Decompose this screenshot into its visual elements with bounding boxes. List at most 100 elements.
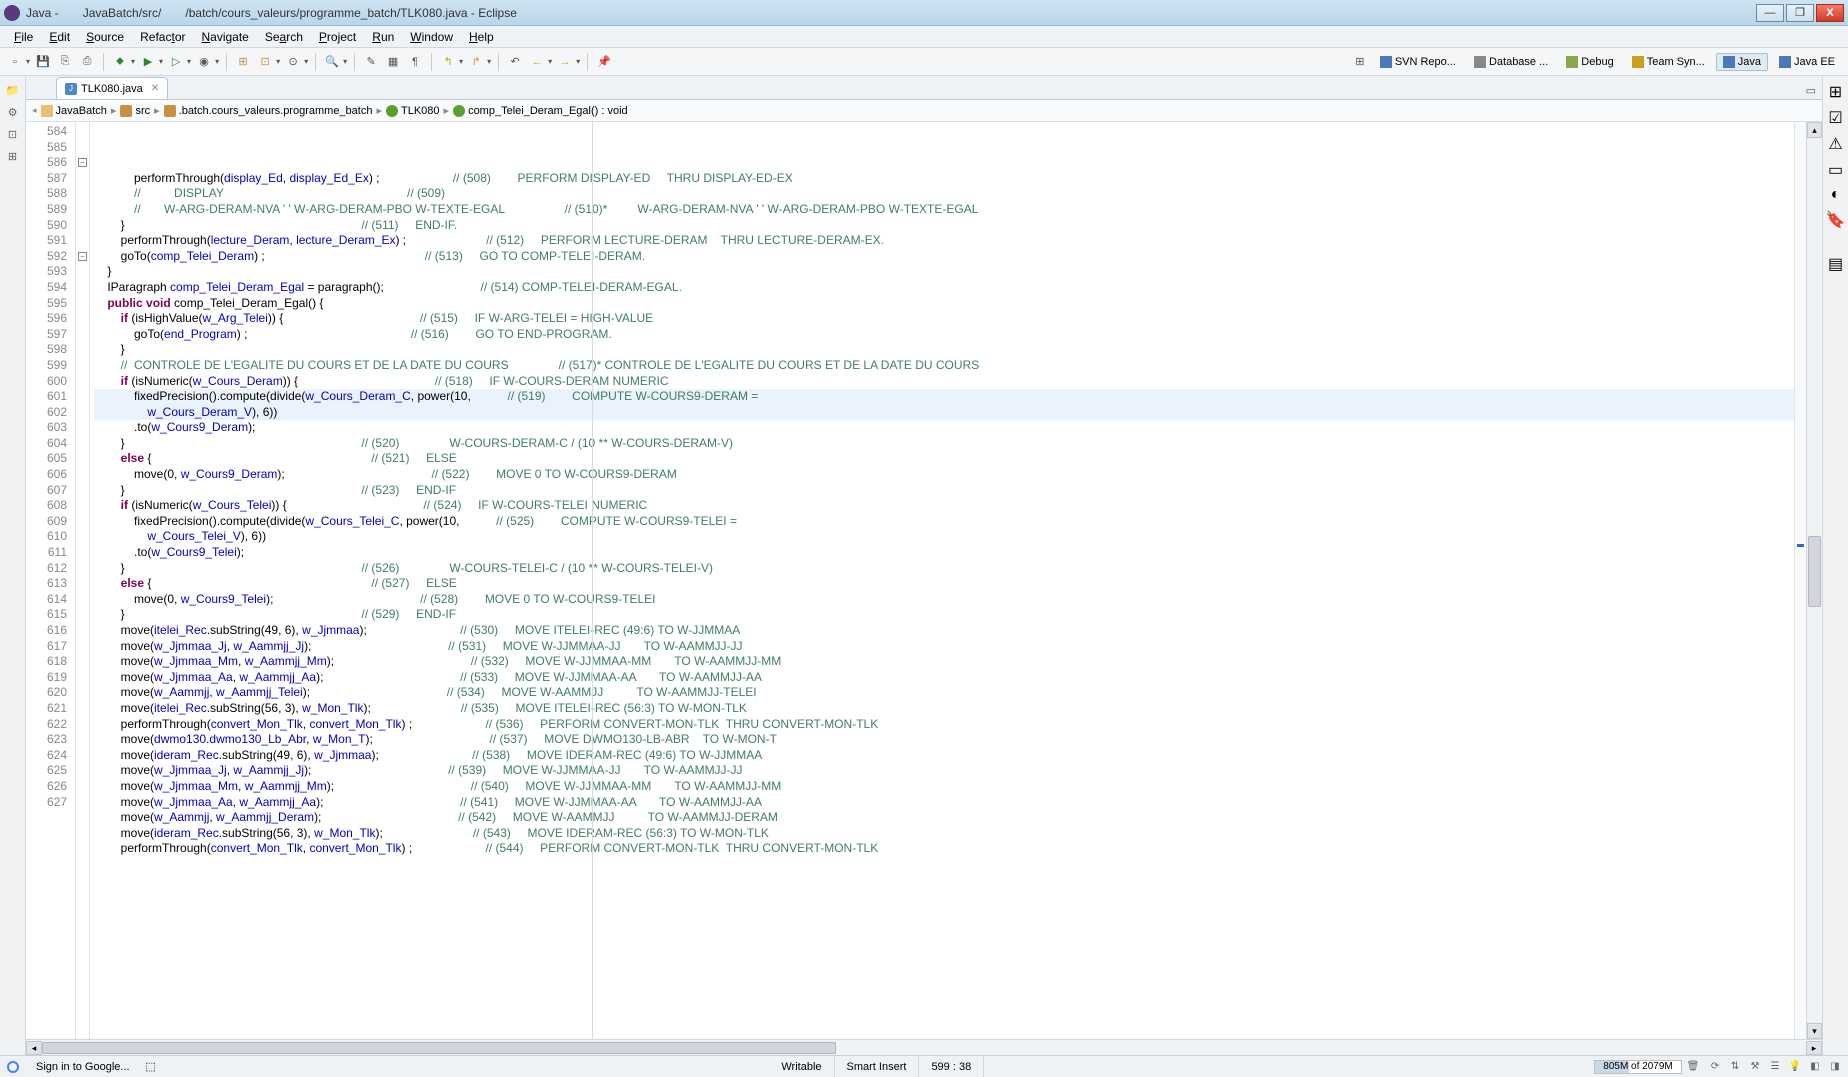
- code-line[interactable]: move(dwmo130.dwmo130_Lb_Abr, w_Mon_T); /…: [94, 732, 1794, 748]
- new-class-icon[interactable]: ⊡: [256, 53, 274, 71]
- heap-status[interactable]: 805M of 2079M: [1594, 1060, 1682, 1074]
- code-line[interactable]: if (isNumeric(w_Cours_Telei)) { // (524)…: [94, 498, 1794, 514]
- code-line[interactable]: .to(w_Cours9_Deram);: [94, 420, 1794, 436]
- scroll-left-icon[interactable]: ◂: [26, 1041, 42, 1055]
- annotation-next-icon[interactable]: ↱: [467, 53, 485, 71]
- maximize-button[interactable]: ❐: [1786, 4, 1814, 22]
- code-line[interactable]: move(w_Jjmmaa_Aa, w_Aammjj_Aa); // (533)…: [94, 670, 1794, 686]
- scroll-up-icon[interactable]: ▴: [1807, 122, 1822, 138]
- code-line[interactable]: fixedPrecision().compute(divide(w_Cours_…: [94, 389, 1794, 405]
- open-type-icon[interactable]: ⊙: [284, 53, 302, 71]
- code-line[interactable]: w_Cours_Telei_V), 6)): [94, 529, 1794, 545]
- tab-tlk080[interactable]: J TLK080.java ✕: [56, 77, 168, 99]
- code-line[interactable]: move(ideram_Rec.subString(49, 6), w_Jjmm…: [94, 748, 1794, 764]
- code-line[interactable]: goTo(comp_Telei_Deram) ; // (513) GO TO …: [94, 249, 1794, 265]
- status-marker-icon[interactable]: ⬚: [142, 1060, 160, 1073]
- fold-toggle-icon[interactable]: −: [78, 158, 87, 167]
- code-line[interactable]: performThrough(convert_Mon_Tlk, convert_…: [94, 841, 1794, 857]
- menu-run[interactable]: Run: [364, 28, 402, 46]
- overview-ruler[interactable]: [1794, 122, 1806, 1039]
- menu-help[interactable]: Help: [461, 28, 502, 46]
- debug-icon[interactable]: ⬥: [111, 53, 129, 71]
- annotation-prev-icon[interactable]: ↰: [439, 53, 457, 71]
- bookmarks-icon[interactable]: 🔖: [1826, 210, 1846, 230]
- search-icon[interactable]: 🔍: [323, 53, 341, 71]
- toggle-block-icon[interactable]: ▦: [384, 53, 402, 71]
- code-line[interactable]: public void comp_Telei_Deram_Egal() {: [94, 296, 1794, 312]
- minimize-button[interactable]: —: [1756, 4, 1784, 22]
- close-button[interactable]: X: [1816, 4, 1844, 22]
- persp-java[interactable]: Java: [1716, 53, 1768, 71]
- menu-refactor[interactable]: Refactor: [132, 28, 193, 46]
- code-line[interactable]: } // (511) END-IF.: [94, 218, 1794, 234]
- code-line[interactable]: move(itelei_Rec.subString(56, 3), w_Mon_…: [94, 701, 1794, 717]
- menu-file[interactable]: File: [6, 28, 41, 46]
- back-icon[interactable]: ←: [528, 53, 546, 71]
- code-line[interactable]: // CONTROLE DE L'EGALITE DU COURS ET DE …: [94, 358, 1794, 374]
- code-line[interactable]: w_Cours_Deram_V), 6)): [94, 405, 1794, 421]
- save-icon[interactable]: 💾: [34, 53, 52, 71]
- gc-icon[interactable]: 🗑: [1686, 1060, 1700, 1074]
- sb-tip-icon[interactable]: 💡: [1788, 1060, 1802, 1074]
- menu-navigate[interactable]: Navigate: [193, 28, 256, 46]
- code-line[interactable]: if (isHighValue(w_Arg_Telei)) { // (515)…: [94, 311, 1794, 327]
- code-line[interactable]: // DISPLAY // (509): [94, 186, 1794, 202]
- sb-sync-icon[interactable]: ⇅: [1728, 1060, 1742, 1074]
- minimap-icon[interactable]: ▤: [1828, 254, 1843, 274]
- persp-debug[interactable]: Debug: [1559, 53, 1620, 71]
- code-line[interactable]: move(w_Jjmmaa_Jj, w_Aammjj_Jj); // (531)…: [94, 639, 1794, 655]
- bc-package[interactable]: .batch.cours_valeurs.programme_batch: [164, 105, 373, 117]
- fold-toggle-icon[interactable]: −: [78, 252, 87, 261]
- last-edit-icon[interactable]: ↶: [506, 53, 524, 71]
- tab-maximize-icon[interactable]: ▭: [1800, 82, 1822, 99]
- bc-method[interactable]: comp_Telei_Deram_Egal() : void: [453, 105, 628, 117]
- toggle-mark-icon[interactable]: ✎: [362, 53, 380, 71]
- code-editor[interactable]: performThrough(display_Ed, display_Ed_Ex…: [90, 122, 1794, 1039]
- code-line[interactable]: move(w_Aammjj, w_Aammjj_Telei); // (534)…: [94, 685, 1794, 701]
- coverage-icon[interactable]: ◉: [195, 53, 213, 71]
- run-icon[interactable]: ▶: [139, 53, 157, 71]
- menu-source[interactable]: Source: [78, 28, 132, 46]
- navigator-icon[interactable]: ⊡: [5, 126, 21, 142]
- menu-window[interactable]: Window: [402, 28, 461, 46]
- breadcrumb-nav-prev[interactable]: ◂: [32, 105, 37, 116]
- code-line[interactable]: move(ideram_Rec.subString(56, 3), w_Mon_…: [94, 826, 1794, 842]
- sb-build-icon[interactable]: ⚒: [1748, 1060, 1762, 1074]
- code-line[interactable]: move(0, w_Cours9_Deram); // (522) MOVE 0…: [94, 467, 1794, 483]
- sb-notif-icon[interactable]: ◧: [1808, 1060, 1822, 1074]
- code-line[interactable]: } // (529) END-IF: [94, 607, 1794, 623]
- code-line[interactable]: }: [94, 342, 1794, 358]
- close-tab-icon[interactable]: ✕: [151, 83, 159, 94]
- code-line[interactable]: performThrough(convert_Mon_Tlk, convert_…: [94, 717, 1794, 733]
- code-line[interactable]: move(itelei_Rec.subString(49, 6), w_Jjmm…: [94, 623, 1794, 639]
- code-line[interactable]: goTo(end_Program) ; // (516) GO TO END-P…: [94, 327, 1794, 343]
- forward-icon[interactable]: →: [556, 53, 574, 71]
- outline-icon[interactable]: ⊞: [1829, 82, 1842, 102]
- bc-src[interactable]: src: [120, 105, 150, 117]
- hscroll-thumb[interactable]: [42, 1042, 836, 1054]
- persp-java-ee[interactable]: Java EE: [1772, 53, 1842, 71]
- code-line[interactable]: // W-ARG-DERAM-NVA ' ' W-ARG-DERAM-PBO W…: [94, 202, 1794, 218]
- code-line[interactable]: IParagraph comp_Telei_Deram_Egal = parag…: [94, 280, 1794, 296]
- code-line[interactable]: }: [94, 264, 1794, 280]
- task-list-icon[interactable]: ☑: [1828, 108, 1842, 128]
- vertical-scrollbar[interactable]: ▴ ▾: [1806, 122, 1822, 1039]
- show-whitespace-icon[interactable]: ¶: [406, 53, 424, 71]
- code-line[interactable]: } // (520) W-COURS-DERAM-C / (10 ** W-CO…: [94, 436, 1794, 452]
- run-last-icon[interactable]: ▷: [167, 53, 185, 71]
- scroll-right-icon[interactable]: ▸: [1806, 1041, 1822, 1055]
- problems-icon[interactable]: ⚠: [1828, 134, 1842, 154]
- open-perspective-icon[interactable]: ⊞: [1351, 53, 1369, 71]
- code-line[interactable]: } // (526) W-COURS-TELEI-C / (10 ** W-CO…: [94, 561, 1794, 577]
- code-line[interactable]: move(w_Jjmmaa_Jj, w_Aammjj_Jj); // (539)…: [94, 763, 1794, 779]
- code-line[interactable]: else { // (521) ELSE: [94, 451, 1794, 467]
- menu-edit[interactable]: Edit: [41, 28, 78, 46]
- save-all-icon[interactable]: ⎘: [56, 53, 74, 71]
- type-hierarchy-icon[interactable]: ⚙: [5, 104, 21, 120]
- code-line[interactable]: performThrough(display_Ed, display_Ed_Ex…: [94, 171, 1794, 187]
- code-line[interactable]: } // (523) END-IF: [94, 483, 1794, 499]
- horizontal-scrollbar[interactable]: ◂ ▸: [26, 1039, 1822, 1055]
- sb-tasks-icon[interactable]: ☰: [1768, 1060, 1782, 1074]
- code-line[interactable]: if (isNumeric(w_Cours_Deram)) { // (518)…: [94, 374, 1794, 390]
- sb-overview-icon[interactable]: ◨: [1828, 1060, 1842, 1074]
